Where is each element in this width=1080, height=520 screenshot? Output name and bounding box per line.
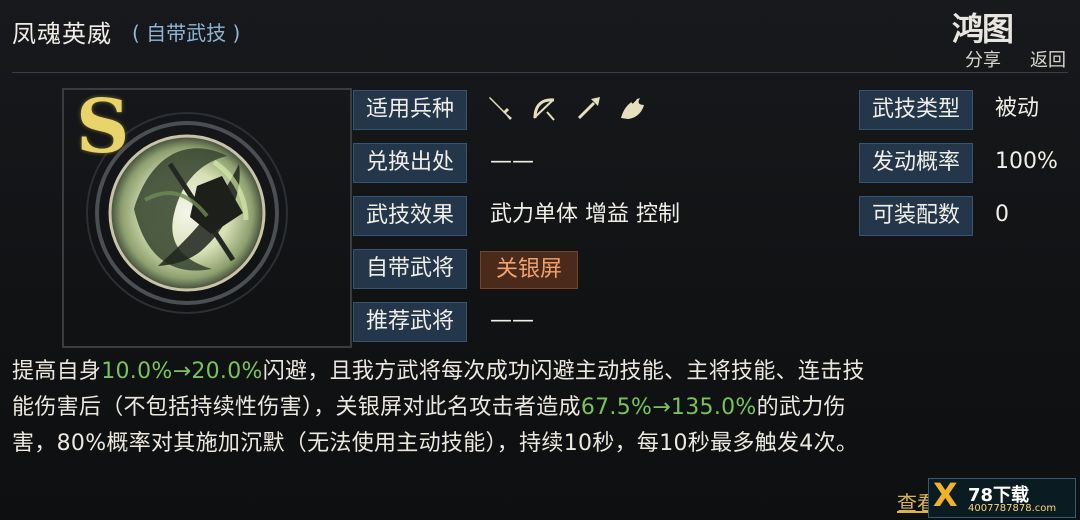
field-value-effect: 武力单体 增益 控制: [490, 202, 680, 227]
field-value-recommended-generals: ——: [490, 308, 534, 333]
skill-grade: S: [76, 84, 130, 170]
bow-icon: [533, 98, 555, 121]
field-label-troop-type: 适用兵种: [353, 90, 467, 130]
field-label-recommended-generals: 推荐武将: [353, 302, 467, 342]
troop-type-icons: [485, 90, 647, 128]
field-label-bundled-general: 自带武将: [353, 249, 467, 289]
field-value-trigger-rate: 100%: [995, 149, 1058, 174]
horse-icon: [621, 98, 644, 119]
back-button[interactable]: 返回: [1030, 46, 1066, 72]
field-value-source: ——: [490, 149, 534, 174]
skill-subtitle: ( 自带武技 ): [132, 21, 241, 45]
description-text: 害，80%概率对其施加沉默（无法使用主动技能），持续10秒，每10秒最多触发4次…: [12, 431, 859, 456]
general-name-badge[interactable]: 关银屏: [480, 251, 578, 289]
description-text: 能伤害后（不包括持续性伤害），关银屏对此名攻击者造成: [12, 395, 581, 420]
spear-icon: [577, 97, 600, 120]
watermark-logo: X: [933, 476, 958, 514]
field-label-skill-type: 武技类型: [859, 90, 973, 130]
skill-description: 提高自身10.0%→20.0%闪避，且我方武将每次成功闪避主动技能、主将技能、连…: [12, 354, 1068, 462]
field-label-equip-count: 可装配数: [859, 196, 973, 236]
field-label-effect: 武技效果: [353, 196, 467, 236]
field-value-skill-type: 被动: [995, 96, 1040, 121]
description-text: 提高自身: [12, 359, 102, 384]
field-label-trigger-rate: 发动概率: [859, 143, 973, 183]
damage-rate-highlight: 67.5%→135.0%: [580, 395, 757, 420]
field-label-source: 兑换出处: [353, 143, 467, 183]
description-text: 的武力伤: [756, 395, 846, 420]
share-button[interactable]: 分享: [965, 46, 1001, 72]
field-value-equip-count: 0: [995, 202, 1009, 227]
page-title: 凤魂英威: [12, 20, 112, 48]
dodge-rate-highlight: 10.0%→20.0%: [101, 359, 263, 384]
watermark-url: 4007787878.com: [968, 503, 1057, 514]
header-divider: [12, 72, 1068, 73]
sword-icon: [489, 97, 512, 120]
description-text: 闪避，且我方武将每次成功闪避主动技能、主将技能、连击技: [262, 359, 865, 384]
game-logo: 鸿图: [952, 10, 1014, 48]
